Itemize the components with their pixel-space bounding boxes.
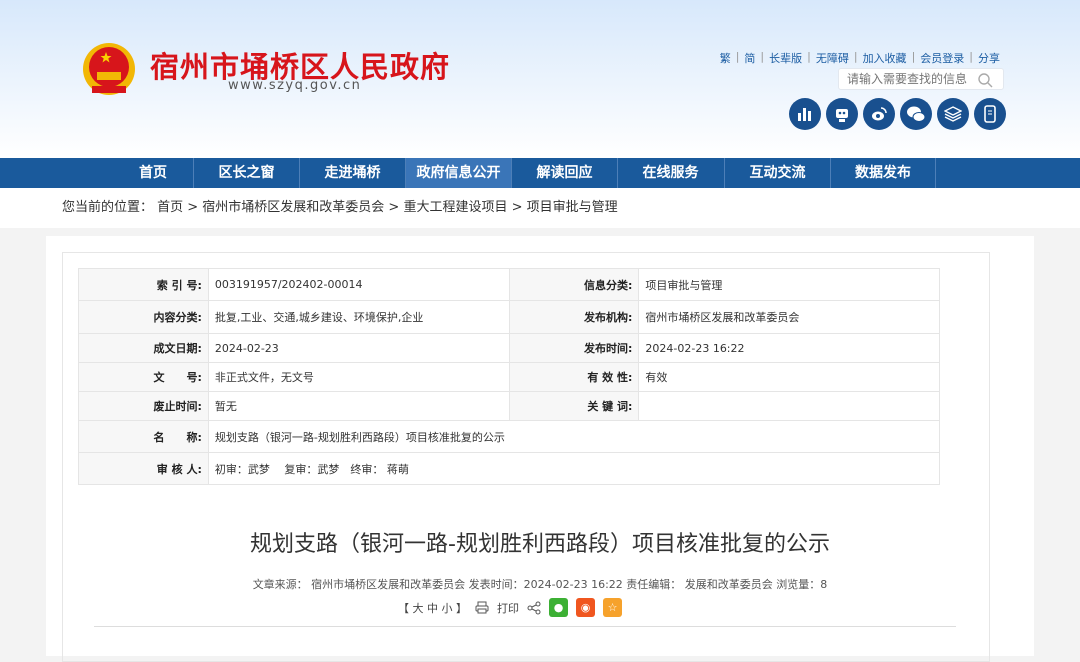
content-panel: 索 引 号: 003191957/202402-00014 信息分类: 项目审批与管理… (46, 236, 1034, 662)
search-box (838, 68, 1004, 90)
divider (94, 626, 956, 627)
font-size-switcher[interactable]: 【 大 中 小 】 (398, 600, 467, 616)
site-url: www.szyq.gov.cn (228, 78, 362, 93)
info-table: 索 引 号: 003191957/202402-00014 信息分类: 项目审批与管理… (78, 268, 941, 485)
share-icon[interactable] (527, 601, 541, 615)
table-row: 废止时间: 暂无关 键 词: (78, 391, 940, 421)
table-row: 索 引 号: 003191957/202402-00014 信息分类: 项目审批与管理 (78, 268, 940, 301)
share-wechat-icon[interactable]: ● (549, 598, 568, 617)
link-accessibility[interactable]: 无障碍 (816, 50, 849, 66)
link-favorite[interactable]: 加入收藏 (863, 50, 907, 66)
nav-interaction[interactable]: 互动交流 (724, 158, 830, 188)
favorite-star-icon[interactable]: ☆ (603, 598, 622, 617)
service-icons (789, 98, 1006, 130)
site-header: 宿州市埇桥区人民政府 www.szyq.gov.cn 繁 | 简 | 长辈版 | 无障… (0, 0, 1080, 158)
data-chart-icon[interactable] (789, 98, 821, 130)
nav-interpretation[interactable]: 解读回应 (511, 158, 617, 188)
print-button[interactable]: 打印 (497, 600, 519, 616)
mobile-icon[interactable] (974, 98, 1006, 130)
weibo-icon[interactable] (863, 98, 895, 130)
link-share[interactable]: 分享 (978, 50, 1000, 66)
nav-gov-info[interactable]: 政府信息公开 (405, 158, 511, 188)
article-title: 规划支路（银河一路-规划胜利西路段）项目核准批复的公示 (250, 532, 830, 557)
robot-icon[interactable] (826, 98, 858, 130)
table-row: 文 号: 非正式文件，无文号有 效 性: 有效 (78, 362, 940, 392)
link-traditional[interactable]: 繁 (720, 50, 731, 66)
national-emblem-icon (83, 43, 135, 95)
table-row: 内容分类: 批复,工业、交通,城乡建设、环境保护,企业 发布机构: 宿州市埇桥区发展和… (78, 300, 940, 334)
search-icon[interactable] (977, 72, 993, 88)
layers-icon[interactable] (937, 98, 969, 130)
nav-about[interactable]: 走进埇桥 (299, 158, 405, 188)
nav-home[interactable]: 首页 (100, 158, 206, 188)
main-nav: 首页 区长之窗 走进埇桥 政府信息公开 解读回应 在线服务 互动交流 数据发布 (0, 158, 1080, 188)
table-row: 审 核 人: 初审：武梦 复审：武梦 终审： 蒋萌 (78, 452, 941, 485)
nav-data[interactable]: 数据发布 (830, 158, 936, 188)
article-meta: 文章来源： 宿州市埇桥区发展和改革委员会 发表时间：2024-02-23 16:… (252, 578, 828, 591)
article-tools: 【 大 中 小 】 打印 ● ◉ ☆ (398, 598, 622, 617)
nav-mayor[interactable]: 区长之窗 (193, 158, 299, 188)
nav-services[interactable]: 在线服务 (617, 158, 723, 188)
search-input[interactable] (847, 69, 977, 89)
table-row: 名 称: 规划支路（银河一路-规划胜利西路段）项目核准批复的公示 (78, 420, 941, 453)
link-simplified[interactable]: 简 (744, 50, 755, 66)
link-login[interactable]: 会员登录 (920, 50, 964, 66)
print-icon[interactable] (475, 601, 489, 614)
breadcrumb[interactable]: 您当前的位置： 首页 > 宿州市埇桥区发展和改革委员会 > 重大工程建设项目 >… (0, 188, 1080, 228)
link-elder[interactable]: 长辈版 (769, 50, 802, 66)
share-weibo-icon[interactable]: ◉ (576, 598, 595, 617)
wechat-icon[interactable] (900, 98, 932, 130)
top-links: 繁 | 简 | 长辈版 | 无障碍 | 加入收藏 | 会员登录 | 分享 (719, 50, 1000, 66)
table-row: 成文日期: 2024-02-23 发布时间: 2024-02-23 16:22 (78, 333, 940, 363)
